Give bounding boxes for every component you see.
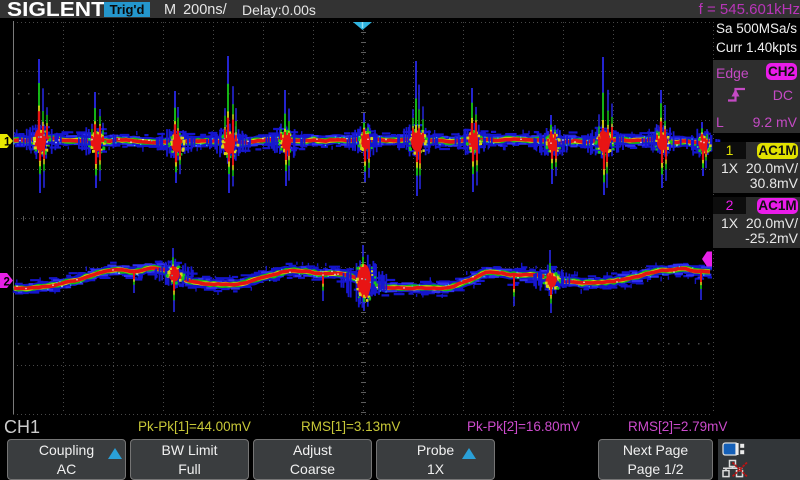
svg-text:2: 2 — [4, 277, 10, 289]
svg-text:1: 1 — [4, 137, 11, 149]
